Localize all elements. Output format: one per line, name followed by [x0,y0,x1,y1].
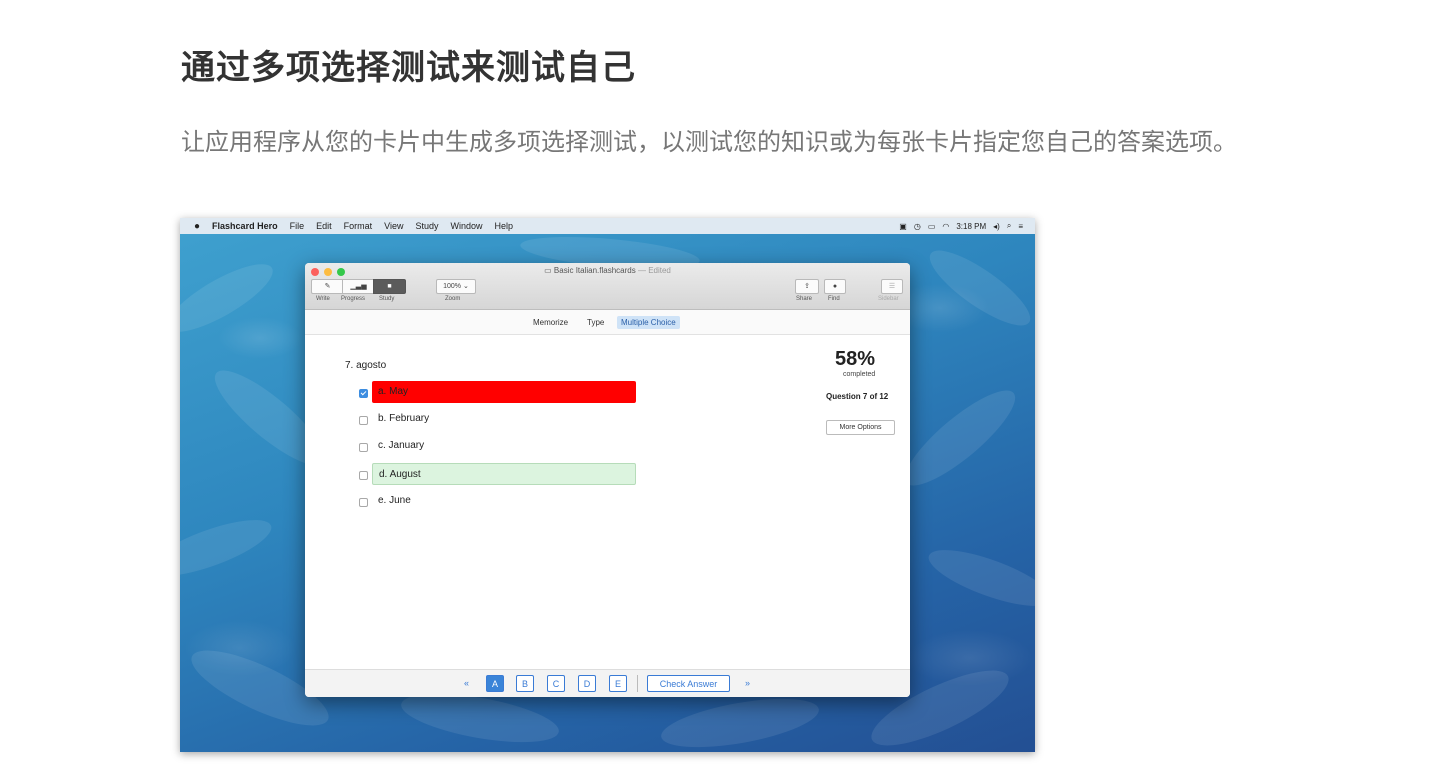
study-mode-bar: Memorize Type Multiple Choice [305,310,910,335]
question-text: 7. agosto [345,360,387,371]
option-e[interactable]: e. June [372,490,636,512]
footer-divider [637,675,638,692]
share-icon: ⇪ [804,283,810,290]
page-heading: 通过多项选择测试来测试自己 [181,48,636,88]
menu-format[interactable]: Format [344,221,373,231]
percent-complete: 58% [835,348,876,370]
page-description: 让应用程序从您的卡片中生成多项选择测试，以测试您的知识或为每张卡片指定您自己的答… [181,128,1237,156]
share-button[interactable]: ⇪ [795,279,819,294]
menu-file[interactable]: File [290,221,305,231]
answer-footer: « A B C D E Check Answer » [305,669,910,697]
study-label: Study [379,296,395,302]
document-icon: ▭ [544,266,552,275]
progress-button[interactable]: ▁▃▅ [342,279,375,294]
option-e-checkbox[interactable] [359,498,368,507]
write-icon: ✎ [324,283,331,290]
mode-type[interactable]: Type [583,316,608,329]
progress-chart-icon: ▁▃▅ [350,283,367,290]
battery-icon[interactable]: ▭ [928,222,936,231]
share-label: Share [796,296,813,302]
mode-memorize[interactable]: Memorize [529,316,572,329]
window-title-edited: — Edited [637,266,671,275]
window-title: ▭ Basic Italian.flashcards — Edited [305,266,910,275]
window-title-text: Basic Italian.flashcards [553,266,636,275]
menu-view[interactable]: View [384,221,403,231]
clipboard-icon[interactable]: ▣ [899,222,907,231]
menu-study[interactable]: Study [415,221,438,231]
next-question-button[interactable]: » [745,678,750,688]
previous-question-button[interactable]: « [464,678,469,688]
zoom-select[interactable]: 100% ⌄ [436,279,476,294]
sidebar-icon: ☰ [888,283,896,290]
write-label: Write [316,296,330,302]
app-window: ▭ Basic Italian.flashcards — Edited ✎ ▁▃… [305,263,910,697]
option-a[interactable]: a. May [372,381,636,403]
study-icon: ■ [387,283,392,290]
answer-button-b[interactable]: B [516,675,534,692]
volume-icon[interactable]: ◂) [993,222,1000,231]
answer-button-e[interactable]: E [609,675,627,692]
option-d[interactable]: d. August [372,463,636,485]
menu-app-name[interactable]: Flashcard Hero [212,221,278,231]
option-b[interactable]: b. February [372,408,636,430]
quiz-area: 7. agosto a. May b. February c. January … [305,335,910,669]
menu-window[interactable]: Window [451,221,483,231]
chevron-down-icon: ⌄ [462,283,469,290]
menu-edit[interactable]: Edit [316,221,332,231]
find-icon: ● [832,283,838,290]
option-b-checkbox[interactable] [359,416,368,425]
notification-center-icon[interactable]: ≡ [1018,222,1023,231]
wifi-icon[interactable]: ◠ [942,222,949,231]
study-button[interactable]: ■ [373,279,406,294]
app-screenshot: ● Flashcard Hero File Edit Format View S… [180,218,1035,752]
answer-button-d[interactable]: D [578,675,596,692]
write-button[interactable]: ✎ [311,279,344,294]
apple-icon[interactable]: ● [194,221,200,232]
mode-multiple-choice[interactable]: Multiple Choice [617,316,680,329]
progress-label: Progress [341,296,366,302]
zoom-label: Zoom [445,296,461,302]
find-button[interactable]: ● [824,279,846,294]
question-progress: Question 7 of 12 [826,392,889,401]
time-machine-icon[interactable]: ◷ [914,222,921,231]
find-label: Find [828,296,840,302]
menubar-clock[interactable]: 3:18 PM [956,222,986,231]
sidebar-label: Sidebar [878,296,899,302]
completed-label: completed [843,371,876,378]
option-c-checkbox[interactable] [359,443,368,452]
option-c[interactable]: c. January [372,435,636,457]
answer-button-c[interactable]: C [547,675,565,692]
zoom-value: 100% [443,283,462,290]
sidebar-button[interactable]: ☰ [881,279,903,294]
option-a-checkbox[interactable] [359,389,368,398]
spotlight-search-icon[interactable]: ⌕ [1007,221,1011,231]
window-titlebar: ▭ Basic Italian.flashcards — Edited ✎ ▁▃… [305,263,910,310]
option-d-checkbox[interactable] [359,471,368,480]
answer-button-a[interactable]: A [486,675,504,692]
more-options-button[interactable]: More Options [826,420,895,435]
system-menubar: ● Flashcard Hero File Edit Format View S… [180,218,1035,234]
check-answer-button[interactable]: Check Answer [647,675,730,692]
menu-help[interactable]: Help [495,221,514,231]
